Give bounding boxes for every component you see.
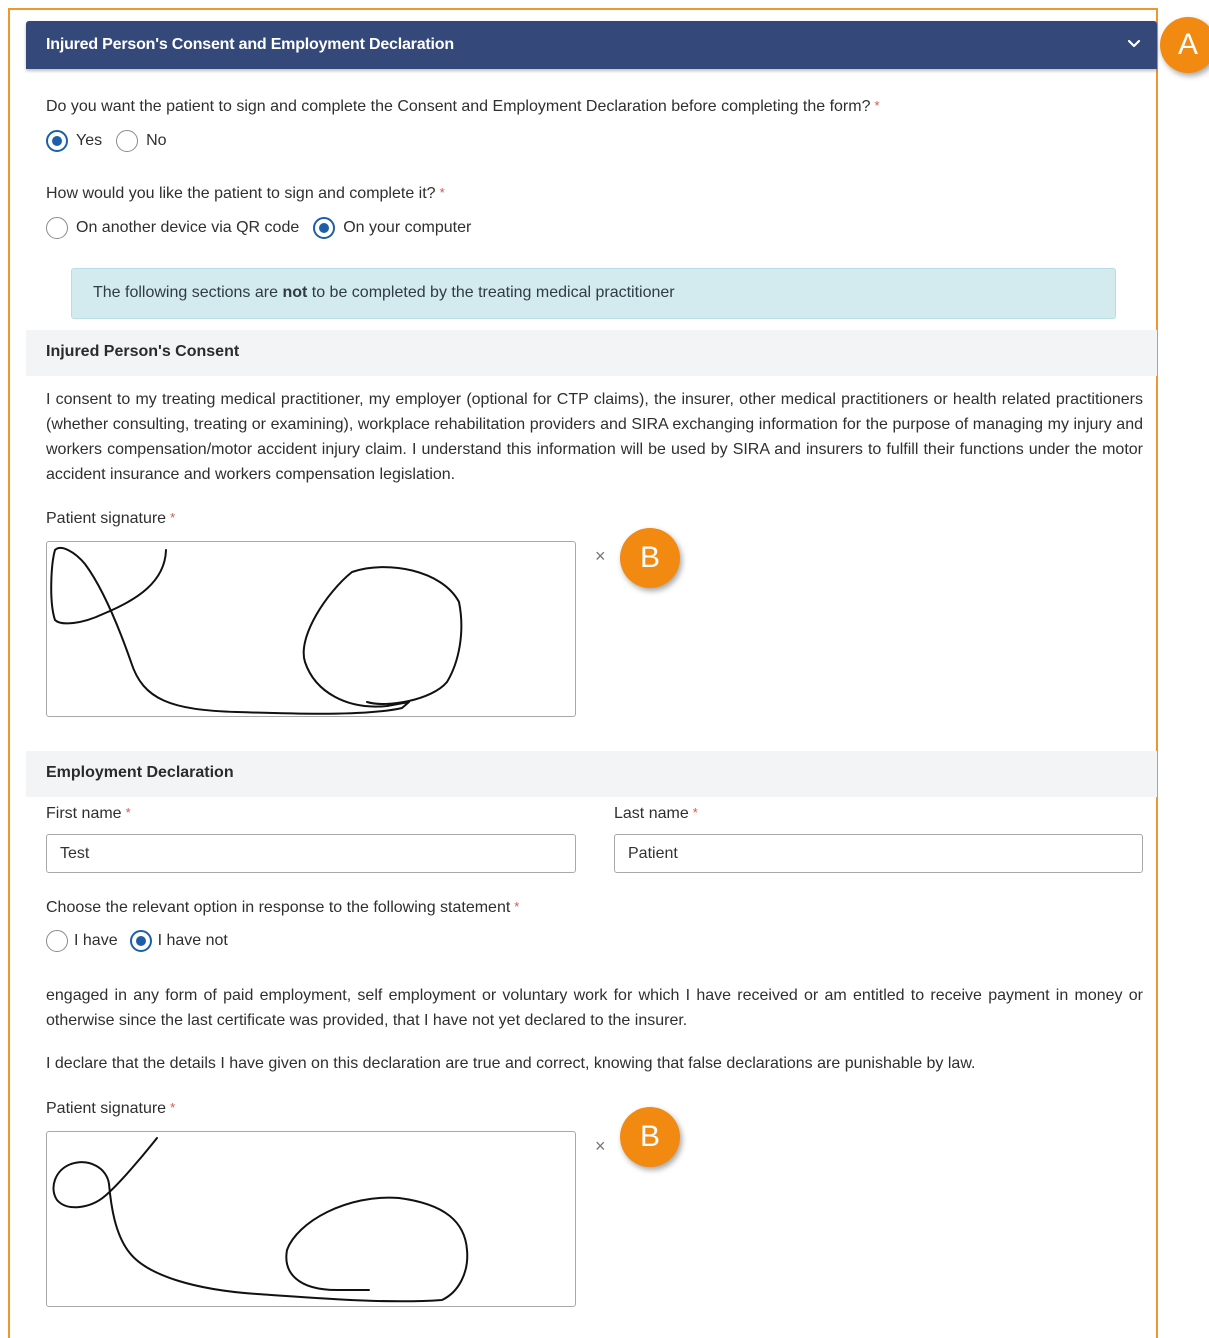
- consent-signature-pad[interactable]: [46, 541, 576, 717]
- q1-radio-group: Yes No: [46, 130, 181, 152]
- first-name-field[interactable]: Test: [46, 834, 576, 873]
- q2-radio-group: On another device via QR code On your co…: [46, 217, 485, 239]
- employment-signature-pad[interactable]: [46, 1131, 576, 1307]
- employment-statement-text: engaged in any form of paid employment, …: [46, 987, 1143, 1029]
- statement-radio-i-have[interactable]: [46, 930, 68, 952]
- statement-label: Choose the relevant option in response t…: [46, 899, 520, 916]
- employment-signature-label: Patient signature *: [46, 1100, 176, 1117]
- statement-radio-i-have-label: I have: [74, 932, 118, 949]
- last-name-label: Last name *: [614, 805, 698, 822]
- employment-section-header: Employment Declaration: [26, 751, 1157, 797]
- statement-radio-i-have-not-label: I have not: [157, 932, 228, 949]
- required-marker: *: [170, 510, 176, 525]
- section-header-title: Injured Person's Consent and Employment …: [46, 36, 454, 53]
- consent-section-title: Injured Person's Consent: [46, 343, 240, 360]
- info-alert-text: The following sections are not to be com…: [93, 284, 675, 301]
- q1-radio-no-label: No: [146, 132, 167, 149]
- info-alert: The following sections are not to be com…: [71, 268, 1116, 319]
- last-name-field[interactable]: Patient: [614, 834, 1143, 873]
- first-name-label: First name *: [46, 805, 131, 822]
- consent-clear-signature-icon[interactable]: ×: [595, 546, 606, 567]
- required-marker: *: [874, 98, 880, 113]
- statement-radio-group: I have I have not: [46, 930, 242, 952]
- required-marker: *: [125, 805, 131, 820]
- consent-section-header: Injured Person's Consent: [26, 330, 1157, 376]
- statement-radio-i-have-not[interactable]: [129, 930, 152, 952]
- required-marker: *: [514, 899, 520, 914]
- consent-signature-label: Patient signature *: [46, 510, 176, 527]
- signature-stroke: [50, 546, 463, 715]
- callout-badge-b-employment: B: [620, 1107, 680, 1167]
- required-marker: *: [170, 1100, 176, 1115]
- employment-clear-signature-icon[interactable]: ×: [595, 1136, 606, 1157]
- callout-badge-b-consent: B: [620, 528, 680, 588]
- q1-radio-no[interactable]: [116, 130, 139, 152]
- employment-section-title: Employment Declaration: [46, 764, 234, 781]
- callout-badge-a: A: [1160, 17, 1209, 73]
- chevron-down-icon[interactable]: [1125, 35, 1143, 53]
- q2-radio-computer-label: On your computer: [343, 219, 472, 236]
- q1-radio-yes-label: Yes: [76, 132, 103, 149]
- section-header[interactable]: Injured Person's Consent and Employment …: [26, 21, 1157, 69]
- q2-label: How would you like the patient to sign a…: [46, 185, 445, 202]
- q1-label: Do you want the patient to sign and comp…: [46, 98, 880, 115]
- declaration-text: I declare that the details I have given …: [46, 1055, 976, 1072]
- q2-radio-qr-code-label: On another device via QR code: [76, 219, 300, 236]
- required-marker: *: [439, 185, 445, 200]
- q2-radio-computer[interactable]: [313, 217, 336, 239]
- q2-radio-qr-code[interactable]: [46, 217, 68, 239]
- required-marker: *: [692, 805, 698, 820]
- signature-stroke: [52, 1137, 469, 1303]
- consent-text: I consent to my treating medical practit…: [46, 391, 1143, 483]
- q1-radio-yes[interactable]: [46, 130, 68, 152]
